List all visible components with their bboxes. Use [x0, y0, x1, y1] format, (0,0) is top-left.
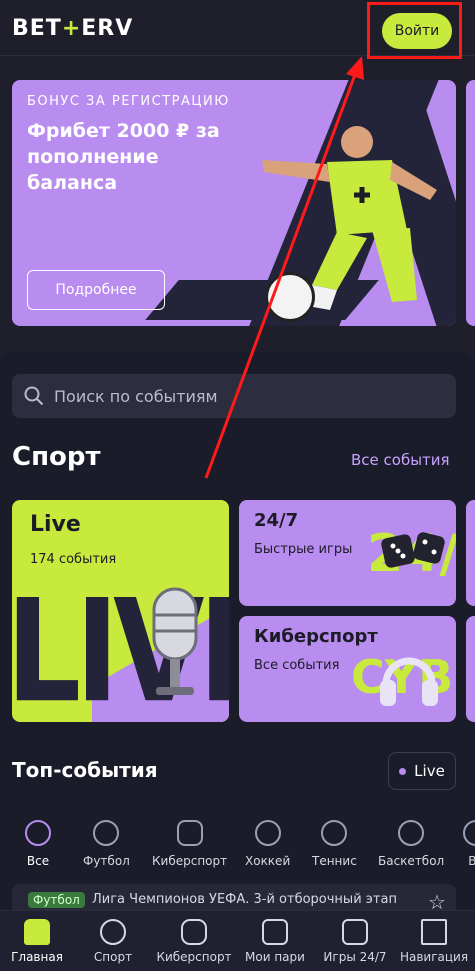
login-highlight-box: Войти — [367, 2, 462, 59]
logo-plus: + — [61, 16, 82, 41]
header: BET+ERV Войти — [0, 0, 475, 59]
live-chip-label: Live — [414, 762, 445, 780]
section-title-top-events: Топ-события — [12, 758, 158, 782]
category-tennis[interactable]: Теннис — [312, 820, 357, 868]
search-icon — [24, 386, 44, 406]
category-hockey[interactable]: Хоккей — [245, 820, 290, 868]
live-tile[interactable]: LIVE Live 174 события — [12, 500, 229, 722]
promo-banner[interactable]: БОНУС ЗА РЕГИСТРАЦИЮ Фрибет 2000 ₽ за по… — [12, 80, 456, 326]
games-247-subtitle: Быстрые игры — [254, 542, 353, 557]
nav-esports[interactable]: Киберспорт — [154, 919, 234, 964]
category-label: Все — [26, 854, 50, 868]
login-button[interactable]: Войти — [382, 13, 452, 49]
games-247-tile[interactable]: 24/7 24/7 Быстрые игры — [239, 500, 456, 606]
menu-search-icon — [421, 919, 447, 945]
dice-icon — [342, 919, 368, 945]
next-tile-peek[interactable] — [466, 500, 475, 606]
nav-label: Мои пари — [245, 950, 305, 964]
nav-label: Навигация — [399, 950, 469, 964]
search-placeholder: Поиск по событиям — [54, 386, 218, 406]
headphones-icon — [380, 657, 438, 706]
all-events-link[interactable]: Все события — [351, 451, 450, 469]
nav-label: Главная — [11, 950, 63, 964]
gamepad-icon — [181, 919, 207, 945]
hockey-puck-icon — [254, 820, 281, 846]
category-label: Теннис — [312, 854, 357, 868]
category-all[interactable]: Все — [25, 820, 51, 868]
compass-icon — [25, 820, 51, 846]
football-icon — [93, 820, 120, 846]
live-tile-title: Live — [30, 512, 81, 537]
ticket-icon — [262, 919, 288, 945]
football-ball-image — [265, 272, 315, 322]
volleyball-icon — [463, 820, 475, 846]
category-label: Киберспорт — [152, 854, 228, 868]
nav-sport[interactable]: Спорт — [73, 919, 153, 964]
nav-my-bets[interactable]: Мои пари — [235, 919, 315, 964]
match-league: Лига Чемпионов УЕФА. 3-й отборочный этап — [92, 892, 397, 907]
bonus-label: БОНУС ЗА РЕГИСТРАЦИЮ — [27, 94, 230, 109]
sport-tag: Футбол — [28, 892, 85, 908]
microphone-icon — [152, 587, 198, 695]
category-esports[interactable]: Киберспорт — [152, 820, 227, 868]
nav-label: Киберспорт — [156, 950, 232, 964]
nav-label: Игры 24/7 — [323, 950, 387, 964]
esports-tile[interactable]: CYBER Киберспорт Все события — [239, 616, 456, 722]
logo-text: BET — [12, 16, 62, 41]
tennis-ball-icon — [321, 820, 348, 846]
nav-navigation[interactable]: Навигация — [394, 919, 474, 964]
next-tile-peek[interactable] — [466, 616, 475, 722]
category-label: Футбол — [83, 854, 130, 868]
basketball-icon — [398, 820, 425, 846]
category-volleyball[interactable]: Во — [463, 820, 475, 868]
football-icon — [100, 919, 126, 945]
esports-tile-subtitle: Все события — [254, 658, 340, 673]
nav-games-247[interactable]: Игры 24/7 — [315, 919, 395, 964]
more-button[interactable]: Подробнее — [27, 270, 165, 310]
games-247-title: 24/7 — [254, 510, 299, 531]
live-tile-subtitle: 174 события — [30, 552, 117, 567]
section-title-sport: Спорт — [12, 442, 101, 472]
category-basketball[interactable]: Баскетбол — [378, 820, 444, 868]
category-football[interactable]: Футбол — [83, 820, 130, 868]
esports-tile-title: Киберспорт — [254, 626, 378, 647]
search-input[interactable]: Поиск по событиям — [12, 374, 456, 418]
dice-icon — [381, 532, 445, 568]
live-dot-icon — [399, 767, 407, 775]
category-label: Баскетбол — [378, 854, 445, 868]
home-icon — [24, 919, 50, 945]
category-label: Во — [468, 854, 475, 868]
nav-home[interactable]: Главная — [0, 919, 77, 964]
category-label: Хоккей — [245, 854, 291, 868]
bottom-nav: Главная Спорт Киберспорт Мои пари Игры 2… — [0, 910, 475, 971]
next-banner-peek[interactable] — [466, 80, 475, 326]
logo[interactable]: BET+ERV — [12, 16, 133, 41]
live-filter-chip[interactable]: Live — [388, 752, 456, 790]
gamepad-icon — [176, 820, 203, 846]
logo-suffix: ERV — [81, 16, 134, 41]
bonus-title: Фрибет 2000 ₽ за пополнение баланса — [27, 120, 220, 194]
nav-label: Спорт — [93, 950, 133, 964]
